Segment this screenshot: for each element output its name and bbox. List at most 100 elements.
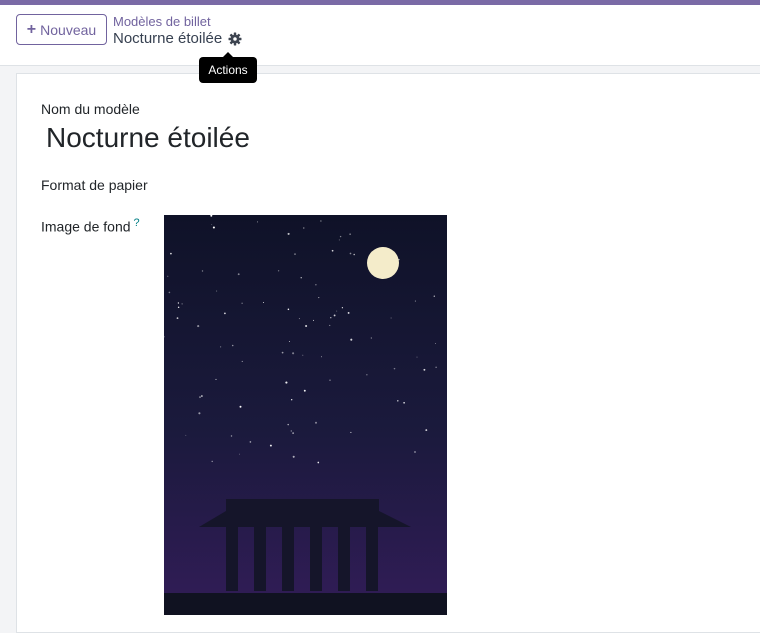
star	[239, 405, 242, 408]
star	[237, 273, 240, 276]
star	[281, 351, 284, 354]
star	[292, 455, 295, 458]
background-image-label: Image de fond?	[41, 217, 140, 235]
star	[305, 324, 308, 328]
star	[349, 233, 351, 235]
star	[339, 235, 342, 238]
star	[313, 319, 314, 321]
star	[366, 374, 368, 376]
star	[212, 226, 215, 229]
star	[425, 429, 428, 432]
plus-icon: +	[26, 20, 37, 38]
star	[211, 223, 213, 225]
star	[350, 338, 353, 341]
star	[176, 317, 179, 319]
star	[197, 325, 200, 328]
star	[219, 346, 222, 348]
star	[347, 311, 350, 314]
star	[350, 431, 352, 433]
new-button-label: Nouveau	[40, 21, 97, 38]
star	[370, 337, 372, 339]
star	[315, 421, 317, 424]
star	[302, 354, 304, 356]
name-label: Nom du modèle	[41, 101, 140, 117]
star	[414, 451, 416, 453]
star	[231, 344, 234, 347]
control-panel: + Nouveau Modèles de billet Nocturne éto…	[0, 5, 760, 66]
star	[287, 232, 290, 235]
star	[241, 302, 243, 304]
star	[167, 275, 169, 277]
star	[300, 277, 302, 279]
star	[170, 252, 172, 255]
star	[303, 227, 305, 229]
star	[435, 343, 436, 345]
star	[330, 317, 332, 319]
breadcrumb-parent-link[interactable]: Modèles de billet	[113, 14, 211, 29]
breadcrumb-current: Nocturne étoilée	[113, 30, 242, 47]
star	[393, 367, 396, 370]
star	[239, 453, 240, 455]
star	[185, 434, 187, 436]
star	[416, 356, 418, 358]
star	[331, 249, 334, 252]
actions-tooltip: Actions	[199, 52, 257, 83]
star	[168, 291, 171, 294]
gear-icon[interactable]	[228, 32, 242, 46]
star	[292, 432, 294, 434]
star	[291, 399, 293, 401]
star	[320, 220, 322, 222]
star	[333, 314, 336, 317]
star	[249, 441, 252, 443]
star	[288, 341, 290, 343]
star	[215, 378, 217, 380]
star	[353, 253, 355, 256]
star	[390, 317, 392, 319]
star	[329, 324, 331, 326]
star	[263, 302, 264, 303]
star	[414, 300, 416, 302]
star	[285, 381, 288, 384]
star	[397, 400, 399, 402]
background-image-label-text: Image de fond	[41, 218, 131, 235]
star	[433, 295, 436, 297]
star	[216, 290, 218, 292]
star	[435, 366, 437, 368]
star	[199, 396, 201, 399]
star	[230, 435, 233, 437]
star	[321, 356, 322, 358]
new-button[interactable]: + Nouveau	[16, 14, 107, 45]
star	[329, 379, 331, 381]
star	[318, 297, 320, 299]
star	[338, 239, 340, 241]
star	[315, 284, 317, 286]
paper-format-label: Format de papier	[41, 177, 148, 193]
star	[277, 270, 280, 272]
star	[269, 444, 272, 447]
star	[423, 368, 426, 371]
star	[290, 430, 293, 432]
star	[201, 395, 203, 397]
help-tooltip-icon[interactable]: ?	[134, 217, 140, 229]
star	[287, 423, 289, 426]
name-field[interactable]: Nocturne étoilée	[46, 122, 250, 154]
star	[211, 460, 213, 463]
star	[177, 302, 180, 304]
star	[303, 389, 306, 392]
breadcrumb-current-label: Nocturne étoilée	[113, 30, 223, 47]
star	[298, 318, 300, 320]
star	[177, 306, 180, 309]
star	[198, 412, 201, 415]
star	[341, 307, 344, 309]
star	[181, 303, 183, 305]
star	[241, 360, 243, 362]
star	[349, 252, 352, 255]
star	[201, 270, 204, 272]
star	[287, 308, 290, 311]
star	[257, 221, 259, 223]
star	[294, 253, 296, 255]
star	[403, 402, 405, 404]
star	[317, 461, 320, 464]
background-image[interactable]	[164, 215, 447, 615]
star	[224, 312, 226, 315]
